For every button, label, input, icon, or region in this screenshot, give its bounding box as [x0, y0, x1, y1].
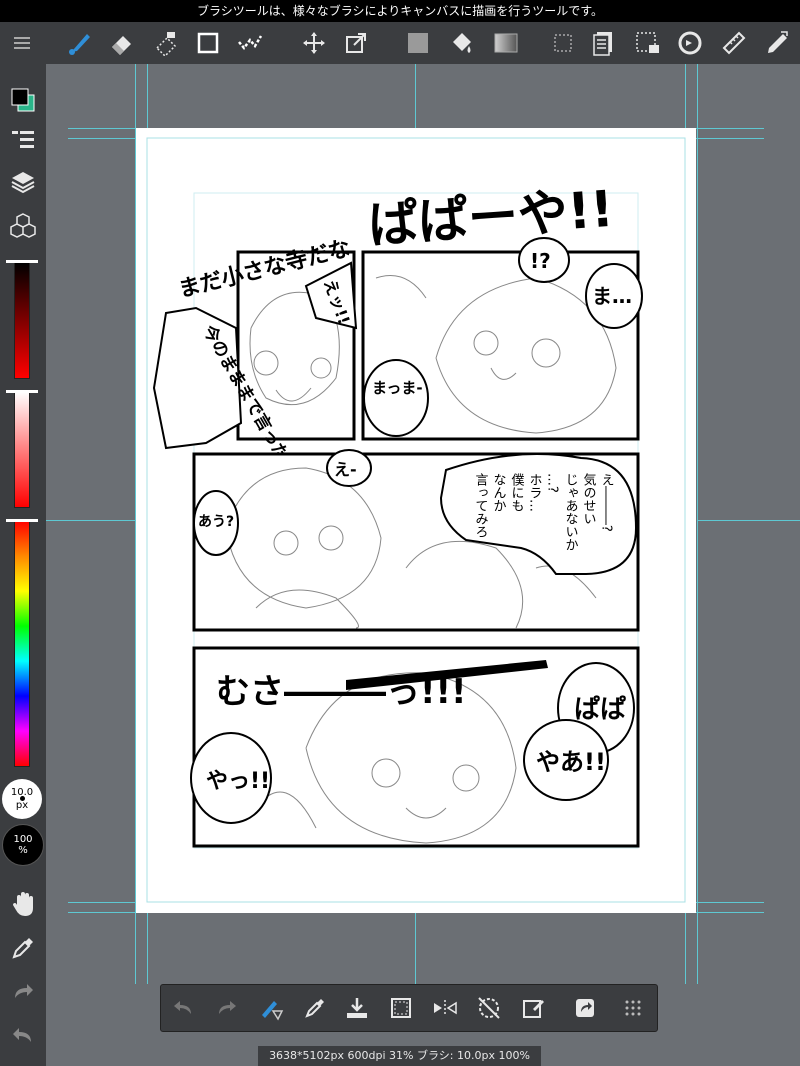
guide-line	[46, 520, 136, 521]
panel2-bubble1: え-	[334, 460, 357, 479]
panel2-vertical-7: 言ってみろ	[473, 473, 489, 538]
panel2-text-right: え―――?	[599, 473, 614, 532]
share-icon[interactable]	[567, 990, 603, 1026]
guide-line	[415, 64, 416, 128]
panel2-vertical-1: 気のせい	[581, 472, 597, 525]
canvas-page[interactable]: ぱぱーや!! まだ小さな寺だな えッ!! 今のまままで言ったら!! !? ま… …	[136, 128, 696, 913]
panel3-bubble2: やあ!!	[536, 748, 606, 776]
red-slider[interactable]	[6, 260, 38, 379]
slider-handle[interactable]	[6, 519, 38, 522]
eyedropper-icon[interactable]	[297, 990, 333, 1026]
brush-icon[interactable]	[62, 22, 98, 64]
magic-pen-icon[interactable]	[760, 22, 796, 64]
opacity-unit: %	[18, 845, 28, 856]
slider-handle[interactable]	[6, 260, 38, 263]
left-sidebar: 10.0 px 100 %	[0, 64, 46, 1066]
more-icon[interactable]	[615, 990, 651, 1026]
save-icon[interactable]	[339, 990, 375, 1026]
tool-tooltip: ブラシツールは、様々なブラシによりキャンバスに描画を行うツールです。	[0, 0, 800, 22]
rectangle-icon[interactable]	[190, 22, 226, 64]
layer-list-icon[interactable]	[5, 122, 41, 158]
slider-handle[interactable]	[6, 390, 38, 393]
redo-side-icon[interactable]	[5, 974, 41, 1010]
panel3-bubble3: やっ!!	[206, 769, 270, 794]
materials-icon[interactable]	[5, 208, 41, 244]
fill-color-icon[interactable]	[400, 22, 436, 64]
snap-icon[interactable]	[232, 22, 268, 64]
redo-icon[interactable]	[209, 990, 245, 1026]
rotate-reset-icon[interactable]	[471, 990, 507, 1026]
panel2-vertical-3: …?	[545, 473, 560, 493]
panel1-bubble1: !?	[530, 249, 551, 273]
brush-tool-icon[interactable]	[253, 990, 289, 1026]
panel1-bubble2: ま…	[592, 284, 632, 308]
brush-size-control[interactable]: 10.0 px	[2, 779, 42, 819]
transform-icon[interactable]	[338, 22, 374, 64]
panel2-vertical-5: 僕にも	[509, 473, 525, 512]
ruler-icon[interactable]	[716, 22, 752, 64]
panel3-shout: むさ―――っ!!!	[216, 672, 467, 712]
undo-icon[interactable]	[165, 990, 201, 1026]
hand-icon[interactable]	[5, 886, 41, 922]
eyedropper-side-icon[interactable]	[5, 930, 41, 966]
status-bar: 3638*5102px 600dpi 31% ブラシ: 10.0px 100%	[258, 1046, 541, 1066]
select-all-icon[interactable]	[630, 22, 666, 64]
guide-line	[697, 64, 698, 984]
bubble	[363, 359, 429, 437]
opacity-control[interactable]: 100 %	[2, 824, 44, 866]
undo-side-icon[interactable]	[5, 1018, 41, 1054]
layer-panel-icon[interactable]	[586, 22, 622, 64]
opacity-value: 100	[13, 834, 33, 845]
rotate-icon[interactable]	[672, 22, 708, 64]
eraser-icon[interactable]	[104, 22, 140, 64]
edit-icon[interactable]	[515, 990, 551, 1026]
panel1-bubble3: まっま-	[372, 379, 423, 397]
panel2-vertical-4: ホラ…	[527, 473, 542, 512]
guide-line	[415, 912, 416, 984]
guide-line	[697, 520, 800, 521]
menu-icon[interactable]	[4, 22, 40, 64]
selection-icon[interactable]	[545, 22, 581, 64]
panel2-bubble2: あう?	[198, 514, 234, 530]
layers-icon[interactable]	[5, 164, 41, 200]
panel2-vertical-2: じゃあないか	[563, 473, 578, 551]
panel3-bubble1: ぱぱ	[574, 695, 626, 725]
color-swatch[interactable]	[5, 82, 41, 118]
bottom-toolbar	[160, 984, 658, 1032]
fill-eraser-icon[interactable]	[148, 22, 184, 64]
saturation-slider[interactable]	[6, 390, 38, 508]
panel2-vertical-6: なんか	[491, 473, 506, 512]
brush-size-unit: px	[15, 800, 29, 811]
flip-icon[interactable]	[427, 990, 463, 1026]
top-toolbar	[0, 22, 800, 64]
select-icon[interactable]	[383, 990, 419, 1026]
move-icon[interactable]	[296, 22, 332, 64]
gradient-icon[interactable]	[488, 22, 524, 64]
hue-slider[interactable]	[6, 519, 38, 767]
bucket-icon[interactable]	[444, 22, 480, 64]
